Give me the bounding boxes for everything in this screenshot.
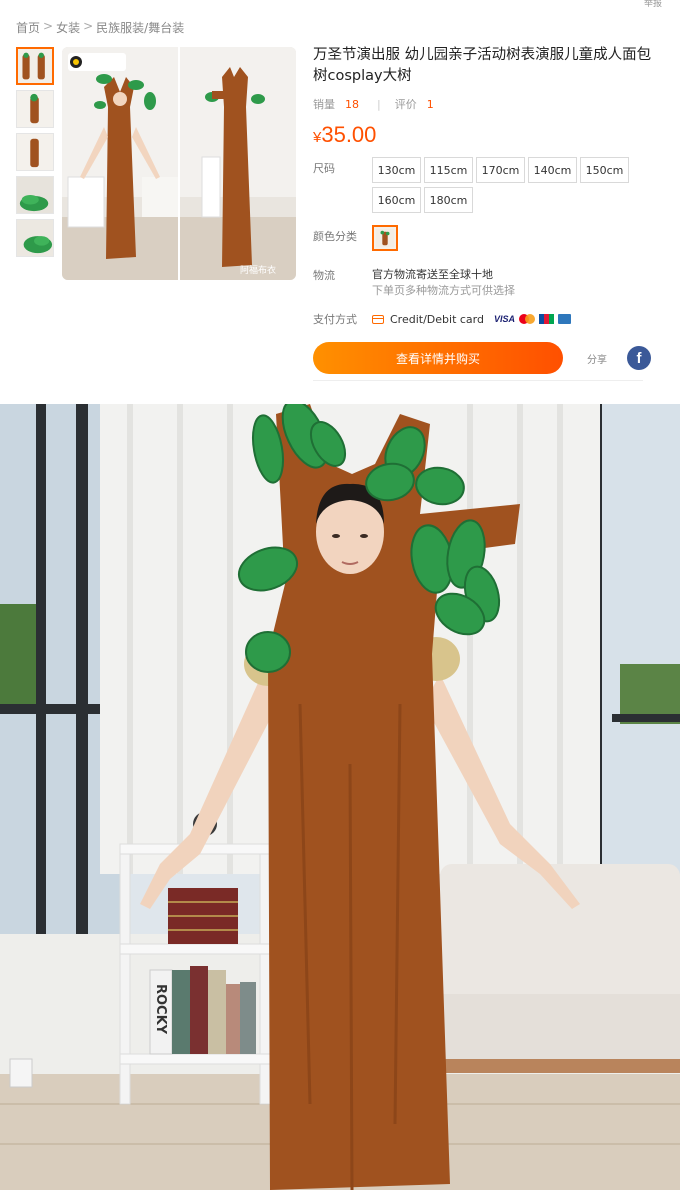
visa-icon: VISA: [493, 314, 515, 324]
payment-methods: Credit/Debit card VISA: [372, 311, 571, 327]
review-count[interactable]: 1: [427, 98, 434, 111]
price: ¥35.00: [313, 122, 653, 148]
logistics-line-2: 下单页多种物流方式可供选择: [372, 284, 515, 297]
payment-label: 支付方式: [313, 313, 357, 326]
view-details-buy-button[interactable]: 查看详情并购买: [313, 342, 563, 374]
divider: [313, 380, 643, 381]
credit-card-icon: [372, 314, 384, 324]
payment-row: 支付方式 Credit/Debit card VISA: [313, 311, 653, 327]
tree-costume-thumbnail-icon: [376, 229, 394, 247]
sales-count: 18: [345, 97, 359, 111]
product-detail-image: ROCKY: [0, 404, 680, 1190]
thumbnail-3[interactable]: [16, 133, 54, 171]
size-label: 尺码: [313, 162, 335, 175]
color-label: 颜色分类: [313, 230, 357, 243]
thumbnail-list: [16, 47, 56, 262]
size-option[interactable]: 115cm: [424, 157, 473, 183]
thumbnail-4[interactable]: [16, 176, 54, 214]
product-info: 万圣节演出服 幼儿园亲子活动树表演服儿童成人面包树cosplay大树 销量 18…: [313, 45, 653, 374]
color-row: 颜色分类: [313, 225, 653, 251]
size-options: 130cm 115cm 170cm 140cm 150cm 160cm 180c…: [372, 157, 642, 213]
payment-method-text: Credit/Debit card: [390, 312, 484, 326]
thumbnail-1[interactable]: [16, 47, 54, 85]
logistics-info: 官方物流寄送至全球十地 下单页多种物流方式可供选择: [372, 267, 515, 299]
price-value: 35.00: [321, 122, 377, 147]
size-option[interactable]: 160cm: [372, 187, 421, 213]
thumbnail-5[interactable]: [16, 219, 54, 257]
breadcrumb: 首页 > 女装 > 民族服装/舞台装: [16, 19, 184, 36]
breadcrumb-separator: >: [43, 19, 54, 33]
sales-label: 销量: [313, 98, 335, 111]
thumbnail-2[interactable]: [16, 90, 54, 128]
size-option[interactable]: 170cm: [476, 157, 525, 183]
size-option[interactable]: 140cm: [528, 157, 577, 183]
amex-icon: [558, 314, 571, 324]
logistics-line-1: 官方物流寄送至全球十地: [372, 268, 493, 281]
size-option[interactable]: 150cm: [580, 157, 629, 183]
size-option[interactable]: 130cm: [372, 157, 421, 183]
breadcrumb-separator: >: [83, 19, 94, 33]
product-title: 万圣节演出服 幼儿园亲子活动树表演服儿童成人面包树cosplay大树: [313, 47, 652, 84]
report-link[interactable]: 举报: [644, 0, 662, 9]
mastercard-icon: [519, 314, 535, 324]
color-option-selected[interactable]: [372, 225, 398, 251]
main-product-image[interactable]: 阿福布衣: [62, 47, 296, 280]
breadcrumb-home[interactable]: 首页: [16, 19, 40, 36]
book-spine-label: ROCKY: [153, 984, 168, 1035]
share-label: 分享: [587, 354, 607, 366]
stats-separator: |: [377, 97, 381, 111]
breadcrumb-category[interactable]: 民族服装/舞台装: [96, 19, 184, 36]
size-row: 尺码 130cm 115cm 170cm 140cm 150cm 160cm 1…: [313, 157, 653, 213]
size-option[interactable]: 180cm: [424, 187, 473, 213]
facebook-share-icon[interactable]: f: [627, 346, 651, 370]
main-image-watermark: 阿福布衣: [240, 264, 276, 276]
logistics-row: 物流 官方物流寄送至全球十地 下单页多种物流方式可供选择: [313, 267, 653, 299]
review-label[interactable]: 评价: [395, 96, 417, 112]
breadcrumb-womens[interactable]: 女装: [56, 19, 80, 36]
product-stats: 销量 18 | 评价 1: [313, 96, 653, 112]
action-bar: 查看详情并购买 分享 f: [313, 342, 653, 374]
logistics-label: 物流: [313, 269, 335, 282]
jcb-icon: [539, 314, 554, 324]
